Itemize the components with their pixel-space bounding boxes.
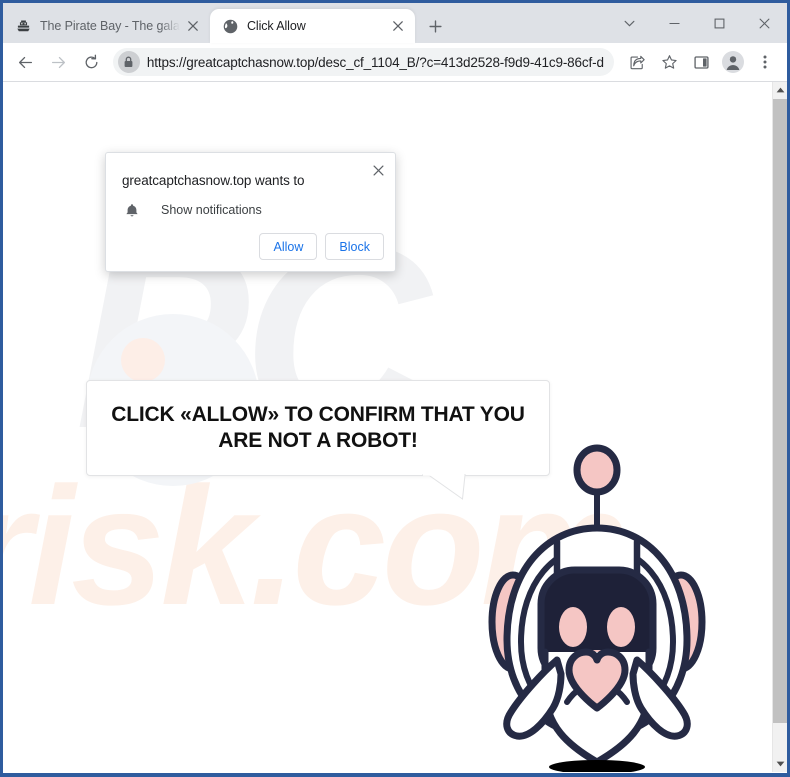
bookmark-star-icon[interactable] xyxy=(655,48,683,76)
speech-bubble-text: CLICK «ALLOW» TO CONFIRM THAT YOU ARE NO… xyxy=(111,402,525,453)
browser-toolbar: https://greatcaptchasnow.top/desc_cf_110… xyxy=(3,43,787,82)
speech-bubble-line-2: ARE NOT A ROBOT! xyxy=(218,429,418,452)
tab-search-button[interactable] xyxy=(607,6,652,40)
permission-option-label: Show notifications xyxy=(161,203,262,217)
browser-window-inner: The Pirate Bay - The galaxy's mos xyxy=(3,3,787,773)
side-panel-icon[interactable] xyxy=(687,48,715,76)
speech-bubble-tail xyxy=(422,474,466,500)
window-caption-buttons xyxy=(607,3,787,43)
forward-arrow-icon[interactable] xyxy=(45,47,72,77)
page-scrollbar[interactable] xyxy=(772,82,787,772)
profile-avatar-icon[interactable] xyxy=(719,48,747,76)
tab-title: The Pirate Bay - The galaxy's mos xyxy=(40,19,180,33)
allow-button[interactable]: Allow xyxy=(259,233,318,260)
minimize-button[interactable] xyxy=(652,6,697,40)
block-button[interactable]: Block xyxy=(325,233,384,260)
tab-pirate-bay[interactable]: The Pirate Bay - The galaxy's mos xyxy=(3,9,210,43)
speech-bubble-line-1: CLICK «ALLOW» TO CONFIRM THAT YOU xyxy=(111,403,525,427)
share-icon[interactable] xyxy=(623,48,651,76)
scrollbar-thumb[interactable] xyxy=(773,99,787,723)
maximize-button[interactable] xyxy=(697,6,742,40)
new-tab-button[interactable] xyxy=(421,12,449,40)
three-dot-menu-icon[interactable] xyxy=(751,48,779,76)
decorative-blob-pink-1 xyxy=(121,338,165,382)
permission-dialog-title: greatcaptchasnow.top wants to xyxy=(122,173,305,188)
address-bar[interactable]: https://greatcaptchasnow.top/desc_cf_110… xyxy=(112,48,615,76)
tab-strip: The Pirate Bay - The galaxy's mos xyxy=(3,3,787,43)
tab-click-allow[interactable]: Click Allow xyxy=(210,9,415,43)
scroll-up-arrow-icon[interactable] xyxy=(773,82,787,98)
tab-title: Click Allow xyxy=(247,19,306,33)
permission-option-row: Show notifications xyxy=(122,200,262,220)
url-text: https://greatcaptchasnow.top/desc_cf_110… xyxy=(146,54,604,70)
scroll-down-arrow-icon[interactable] xyxy=(773,756,787,772)
back-arrow-icon[interactable] xyxy=(12,47,39,77)
close-icon[interactable] xyxy=(367,159,389,181)
lock-icon[interactable] xyxy=(117,51,140,73)
pirate-ship-icon xyxy=(15,18,31,34)
speech-bubble: CLICK «ALLOW» TO CONFIRM THAT YOU ARE NO… xyxy=(86,380,550,476)
bell-icon xyxy=(122,200,142,220)
tab-close-button[interactable] xyxy=(389,17,407,35)
page-viewport: PC risk.com CLICK «ALLOW» TO CONFIRM THA… xyxy=(3,82,787,772)
close-window-button[interactable] xyxy=(742,6,787,40)
notification-permission-dialog: greatcaptchasnow.top wants to Show notif… xyxy=(105,152,396,272)
globe-icon xyxy=(222,18,238,34)
permission-dialog-actions: Allow Block xyxy=(259,233,384,260)
robot-mascot-illustration xyxy=(485,444,709,772)
reload-icon[interactable] xyxy=(78,47,105,77)
tab-close-button[interactable] xyxy=(184,17,202,35)
browser-window: The Pirate Bay - The galaxy's mos xyxy=(0,0,790,777)
